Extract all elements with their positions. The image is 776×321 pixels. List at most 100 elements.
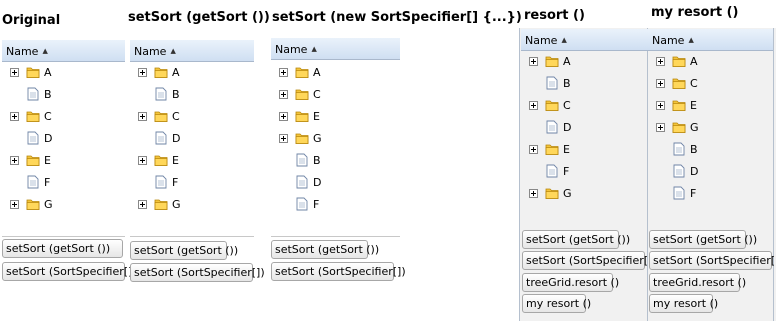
tree-row[interactable]: G bbox=[648, 117, 773, 139]
tree-row[interactable]: B bbox=[648, 139, 773, 161]
tree-row[interactable]: B bbox=[271, 150, 400, 172]
tree-row[interactable]: F bbox=[521, 161, 648, 183]
sort-ascending-icon: ▲ bbox=[311, 45, 317, 53]
sort-ascending-icon: ▲ bbox=[561, 36, 567, 44]
column-header-label: Name bbox=[275, 43, 308, 56]
expand-icon[interactable] bbox=[138, 156, 147, 165]
tree-row-label: E bbox=[313, 110, 320, 123]
tree-row[interactable]: C bbox=[648, 73, 773, 95]
my-resort-button[interactable]: my resort () bbox=[649, 294, 718, 313]
expand-icon[interactable] bbox=[10, 200, 19, 209]
setsort-getsort-button[interactable]: setSort (getSort ()) bbox=[271, 240, 379, 259]
tree-row[interactable]: A bbox=[648, 51, 773, 73]
expand-icon[interactable] bbox=[10, 68, 19, 77]
tree-row[interactable]: B bbox=[521, 73, 648, 95]
tree-row-label: F bbox=[313, 198, 320, 211]
tree-row-label: D bbox=[563, 121, 572, 134]
tree-row[interactable]: G bbox=[130, 194, 254, 216]
tree-row[interactable]: E bbox=[2, 150, 125, 172]
tree-row[interactable]: D bbox=[130, 128, 254, 150]
expand-icon[interactable] bbox=[656, 79, 665, 88]
expand-icon[interactable] bbox=[656, 123, 665, 132]
tree-row[interactable]: D bbox=[271, 172, 400, 194]
tree-row[interactable]: D bbox=[521, 117, 648, 139]
expand-icon[interactable] bbox=[10, 112, 19, 121]
column-header-name[interactable]: Name ▲ bbox=[130, 40, 254, 62]
tree-row[interactable]: F bbox=[271, 194, 400, 216]
tree-row-label: F bbox=[172, 176, 179, 189]
tree-row[interactable]: B bbox=[130, 84, 254, 106]
expand-icon[interactable] bbox=[138, 200, 147, 209]
expand-icon[interactable] bbox=[138, 68, 147, 77]
file-icon bbox=[296, 197, 308, 214]
tree-row[interactable]: E bbox=[130, 150, 254, 172]
tree-row[interactable]: C bbox=[130, 106, 254, 128]
tree-row[interactable]: E bbox=[271, 106, 400, 128]
tree-row[interactable]: A bbox=[271, 62, 400, 84]
tree-row[interactable]: F bbox=[648, 183, 773, 205]
tree-row[interactable]: C bbox=[521, 95, 648, 117]
setsort-sortspecifier-button[interactable]: setSort (SortSpecifier[]) bbox=[130, 263, 265, 282]
setsort-sortspecifier-button[interactable]: setSort (SortSpecifier[]) bbox=[522, 251, 657, 270]
tree-row-label: F bbox=[690, 187, 697, 200]
tree-row-label: F bbox=[44, 176, 51, 189]
setsort-getsort-button[interactable]: setSort (getSort ()) bbox=[130, 241, 238, 260]
tree-row[interactable]: G bbox=[2, 194, 125, 216]
column-header-label: Name bbox=[134, 45, 167, 58]
tree-row[interactable]: E bbox=[648, 95, 773, 117]
tree-row[interactable]: B bbox=[2, 84, 125, 106]
tree-row[interactable]: G bbox=[521, 183, 648, 205]
tree-row-label: G bbox=[313, 132, 322, 145]
tree-row[interactable]: A bbox=[521, 51, 648, 73]
tree-row-label: B bbox=[563, 77, 571, 90]
tree-row[interactable]: F bbox=[130, 172, 254, 194]
column-header-name[interactable]: Name ▲ bbox=[271, 38, 400, 60]
folder-icon bbox=[672, 98, 686, 115]
expand-icon[interactable] bbox=[656, 57, 665, 66]
column-header-name[interactable]: Name ▲ bbox=[521, 29, 648, 51]
tree-row[interactable]: D bbox=[648, 161, 773, 183]
tree-row[interactable]: E bbox=[521, 139, 648, 161]
panel-title: my resort () bbox=[651, 5, 739, 20]
tree-row[interactable]: C bbox=[2, 106, 125, 128]
expand-icon[interactable] bbox=[529, 189, 538, 198]
expand-icon[interactable] bbox=[656, 101, 665, 110]
column-header-name[interactable]: Name ▲ bbox=[648, 29, 773, 51]
tree-row-label: C bbox=[313, 88, 321, 101]
tree-row-label: D bbox=[44, 132, 53, 145]
setsort-getsort-button[interactable]: setSort (getSort ()) bbox=[2, 239, 123, 258]
expand-icon[interactable] bbox=[529, 145, 538, 154]
tree-row[interactable]: A bbox=[130, 62, 254, 84]
setsort-sortspecifier-button[interactable]: setSort (SortSpecifier[]) bbox=[2, 262, 137, 281]
treegrid-resort-button[interactable]: treeGrid.resort () bbox=[649, 273, 746, 292]
treegrid-resort-button[interactable]: treeGrid.resort () bbox=[522, 273, 619, 292]
file-icon bbox=[673, 142, 685, 159]
tree-row[interactable]: D bbox=[2, 128, 125, 150]
panel-title: Original bbox=[2, 13, 61, 28]
button-area-divider bbox=[2, 236, 125, 237]
panel-title: setSort (getSort ()) bbox=[128, 10, 270, 25]
expand-icon[interactable] bbox=[279, 134, 288, 143]
setsort-getsort-button[interactable]: setSort (getSort ()) bbox=[522, 230, 630, 249]
tree-row[interactable]: G bbox=[271, 128, 400, 150]
expand-icon[interactable] bbox=[10, 156, 19, 165]
column-header-name[interactable]: Name ▲ bbox=[2, 40, 125, 62]
folder-icon bbox=[672, 54, 686, 71]
expand-icon[interactable] bbox=[529, 101, 538, 110]
setsort-sortspecifier-button[interactable]: setSort (SortSpecifier[]) bbox=[271, 262, 406, 281]
setsort-sortspecifier-button[interactable]: setSort (SortSpecifier[]) bbox=[649, 251, 776, 270]
expand-icon[interactable] bbox=[279, 90, 288, 99]
tree-row[interactable]: F bbox=[2, 172, 125, 194]
tree-row-label: B bbox=[172, 88, 180, 101]
file-icon bbox=[155, 175, 167, 192]
expand-icon[interactable] bbox=[279, 68, 288, 77]
tree-row-label: A bbox=[313, 66, 321, 79]
expand-icon[interactable] bbox=[279, 112, 288, 121]
my-resort-button[interactable]: my resort () bbox=[522, 294, 591, 313]
tree-row[interactable]: C bbox=[271, 84, 400, 106]
expand-icon[interactable] bbox=[529, 57, 538, 66]
tree-row[interactable]: A bbox=[2, 62, 125, 84]
expand-icon[interactable] bbox=[138, 112, 147, 121]
tree-row-label: E bbox=[690, 99, 697, 112]
setsort-getsort-button[interactable]: setSort (getSort ()) bbox=[649, 230, 757, 249]
